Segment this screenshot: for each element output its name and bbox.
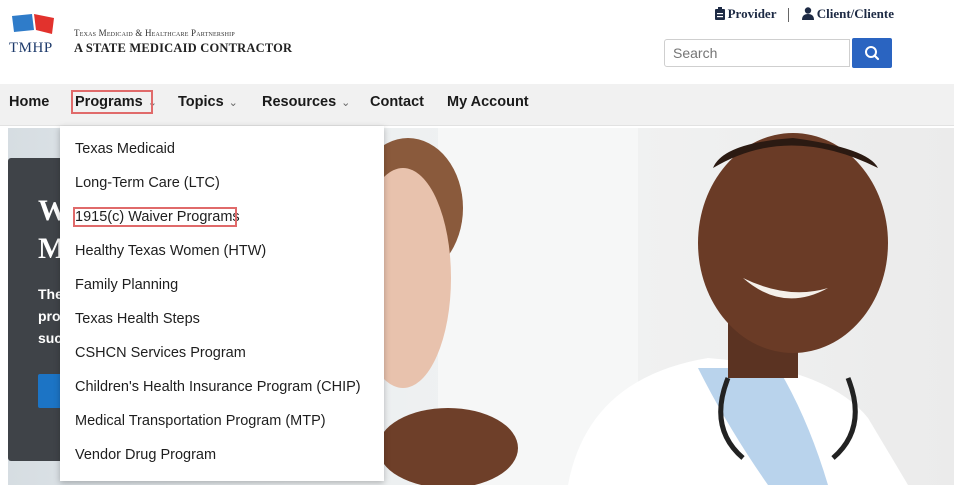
nav-my-account[interactable]: My Account — [447, 94, 529, 110]
client-link-label: Client/Cliente — [816, 6, 894, 21]
logo-wordmark[interactable]: TMHP — [9, 40, 53, 57]
user-icon — [801, 7, 814, 20]
nav-contact[interactable]: Contact — [370, 94, 424, 110]
nav-contact-label: Contact — [370, 94, 424, 110]
menu-item-long-term-care[interactable]: Long-Term Care (LTC) — [75, 175, 220, 191]
menu-item-healthy-texas-women[interactable]: Healthy Texas Women (HTW) — [75, 243, 266, 259]
chevron-down-icon: ⌄ — [341, 97, 351, 109]
programs-highlight — [71, 90, 153, 114]
search-button[interactable] — [852, 38, 892, 68]
nav-resources-label: Resources — [262, 94, 337, 110]
menu-item-chip[interactable]: Children's Health Insurance Program (CHI… — [75, 379, 361, 395]
menu-item-family-planning[interactable]: Family Planning — [75, 277, 178, 293]
waiver-programs-highlight — [73, 207, 237, 227]
menu-item-texas-medicaid[interactable]: Texas Medicaid — [75, 141, 175, 157]
programs-dropdown-menu: Texas Medicaid Long-Term Care (LTC) 1915… — [60, 126, 384, 481]
client-link[interactable]: Client/Cliente — [801, 6, 894, 21]
menu-item-medical-transportation-program[interactable]: Medical Transportation Program (MTP) — [75, 413, 326, 429]
site-header: TMHP Texas Medicaid & Healthcare Partner… — [0, 0, 954, 84]
provider-link-label: Provider — [727, 6, 777, 21]
chevron-down-icon: ⌄ — [228, 97, 238, 109]
menu-item-texas-health-steps[interactable]: Texas Health Steps — [75, 311, 200, 327]
nav-topics[interactable]: Topics ⌄ — [178, 94, 238, 110]
contractor-line: A STATE MEDICAID CONTRACTOR — [74, 41, 293, 55]
nav-home[interactable]: Home — [9, 94, 49, 110]
nav-topics-label: Topics — [178, 94, 224, 110]
search-icon — [865, 46, 880, 61]
menu-item-vendor-drug-program[interactable]: Vendor Drug Program — [75, 447, 216, 463]
link-divider — [788, 8, 790, 23]
nav-home-label: Home — [9, 94, 50, 110]
hero-text-line3: suc — [38, 330, 63, 346]
nav-resources[interactable]: Resources ⌄ — [262, 94, 350, 110]
hero-text-line2: pro — [38, 308, 61, 324]
clipboard-icon — [714, 7, 725, 20]
provider-link[interactable]: Provider — [714, 6, 780, 21]
nav-my-account-label: My Account — [447, 94, 529, 110]
menu-item-cshcn-services-program[interactable]: CSHCN Services Program — [75, 345, 246, 361]
search-input[interactable] — [664, 39, 850, 67]
partnership-line: Texas Medicaid & Healthcare Partnership — [74, 28, 235, 38]
top-links: Provider Client/Cliente — [714, 6, 894, 23]
